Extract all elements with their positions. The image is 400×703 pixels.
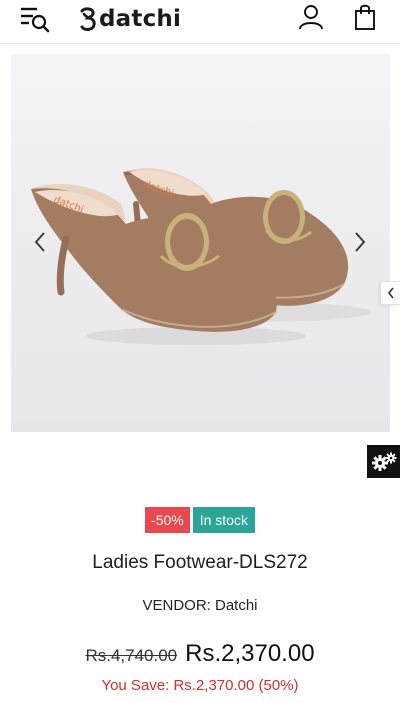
current-price: Rs.2,370.00 xyxy=(185,640,315,667)
brand-name: datchi xyxy=(99,6,182,32)
side-panel-tab[interactable] xyxy=(380,281,400,305)
chevron-left-icon xyxy=(387,287,394,299)
product-badges: -50% In stock xyxy=(0,507,400,533)
gears-icon xyxy=(371,452,396,471)
logo-mark-icon xyxy=(80,7,96,31)
product-vendor[interactable]: VENDOR: Datchi xyxy=(0,597,400,614)
you-save-text: You Save: Rs.2,370.00 (50%) xyxy=(101,677,299,694)
user-icon[interactable] xyxy=(298,4,324,30)
old-price: Rs.4,740.00 xyxy=(85,646,178,665)
settings-button[interactable] xyxy=(367,445,400,478)
product-title: Ladies Footwear-DLS272 xyxy=(92,552,308,573)
menu-search-icon[interactable] xyxy=(20,6,50,34)
chevron-right-icon[interactable] xyxy=(353,231,367,253)
shopping-bag-icon[interactable] xyxy=(354,4,376,30)
product-image[interactable]: datchi datchi xyxy=(11,54,390,432)
site-header: datchi xyxy=(0,0,400,44)
discount-badge: -50% xyxy=(145,507,190,533)
price-row: Rs.4,740.00 Rs.2,370.00 xyxy=(0,640,400,668)
brand-logo[interactable]: datchi xyxy=(78,4,181,34)
stock-badge: In stock xyxy=(192,507,255,533)
shoe-illustration: datchi datchi xyxy=(31,168,371,345)
chevron-left-icon[interactable] xyxy=(33,231,47,253)
